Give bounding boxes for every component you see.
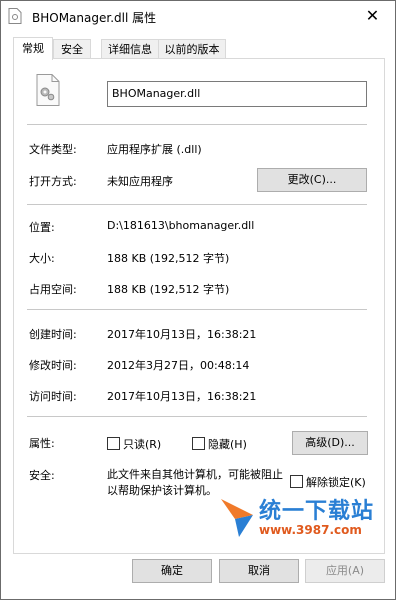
apply-button[interactable]: 应用(A) <box>305 559 385 583</box>
watermark-text: 统一下载站 <box>259 499 375 524</box>
disk-size-label: 占用空间: <box>29 283 77 296</box>
checkbox-box[interactable] <box>290 475 303 488</box>
separator <box>27 124 367 125</box>
file-name-input[interactable]: BHOManager.dll <box>107 81 367 107</box>
tab-details[interactable]: 详细信息 <box>101 39 159 59</box>
modified-label: 修改时间: <box>29 359 77 372</box>
hidden-checkbox[interactable]: 隐藏(H) <box>192 437 247 452</box>
watermark-logo: 统一下载站 www.3987.com <box>219 493 389 543</box>
location-value: D:\181613\bhomanager.dll <box>107 219 255 232</box>
accessed-value: 2017年10月13日，16:38:21 <box>107 390 257 403</box>
dll-file-icon <box>8 8 22 24</box>
change-button[interactable]: 更改(C)... <box>257 168 367 192</box>
close-button[interactable]: ✕ <box>350 1 395 31</box>
accessed-label: 访问时间: <box>29 390 77 403</box>
separator <box>27 309 367 310</box>
opens-with-label: 打开方式: <box>29 175 77 188</box>
watermark-url: www.3987.com <box>259 523 362 537</box>
watermark-arrow-icon <box>221 499 253 537</box>
readonly-checkbox[interactable]: 只读(R) <box>107 437 161 452</box>
file-type-value: 应用程序扩展 (.dll) <box>107 143 202 156</box>
size-value: 188 KB (192,512 字节) <box>107 252 230 265</box>
tab-security[interactable]: 安全 <box>53 39 91 59</box>
separator <box>27 416 367 417</box>
modified-value: 2012年3月27日，00:48:14 <box>107 359 250 372</box>
disk-size-value: 188 KB (192,512 字节) <box>107 283 230 296</box>
cancel-button[interactable]: 取消 <box>219 559 299 583</box>
location-label: 位置: <box>29 221 55 234</box>
opens-with-value: 未知应用程序 <box>107 175 173 188</box>
window-title: BHOManager.dll 属性 <box>32 11 157 25</box>
properties-window: BHOManager.dll 属性 ✕ 常规 安全 详细信息 以前的版本 BHO… <box>0 0 396 600</box>
title-bar[interactable]: BHOManager.dll 属性 ✕ <box>1 1 395 31</box>
separator <box>27 204 367 205</box>
advanced-button[interactable]: 高级(D)... <box>292 431 368 455</box>
ok-button[interactable]: 确定 <box>132 559 212 583</box>
attributes-label: 属性: <box>29 437 55 450</box>
created-label: 创建时间: <box>29 328 77 341</box>
file-type-label: 文件类型: <box>29 143 77 156</box>
dll-gear-file-icon <box>36 74 60 106</box>
tab-general[interactable]: 常规 <box>13 37 53 60</box>
tab-previous-versions[interactable]: 以前的版本 <box>158 39 226 59</box>
checkbox-box[interactable] <box>107 437 120 450</box>
unblock-checkbox[interactable]: 解除锁定(K) <box>290 475 366 490</box>
size-label: 大小: <box>29 252 55 265</box>
security-label: 安全: <box>29 469 55 482</box>
checkbox-box[interactable] <box>192 437 205 450</box>
general-panel: BHOManager.dll 文件类型: 应用程序扩展 (.dll) 打开方式:… <box>13 58 385 554</box>
created-value: 2017年10月13日，16:38:21 <box>107 328 257 341</box>
close-icon: ✕ <box>365 6 380 25</box>
